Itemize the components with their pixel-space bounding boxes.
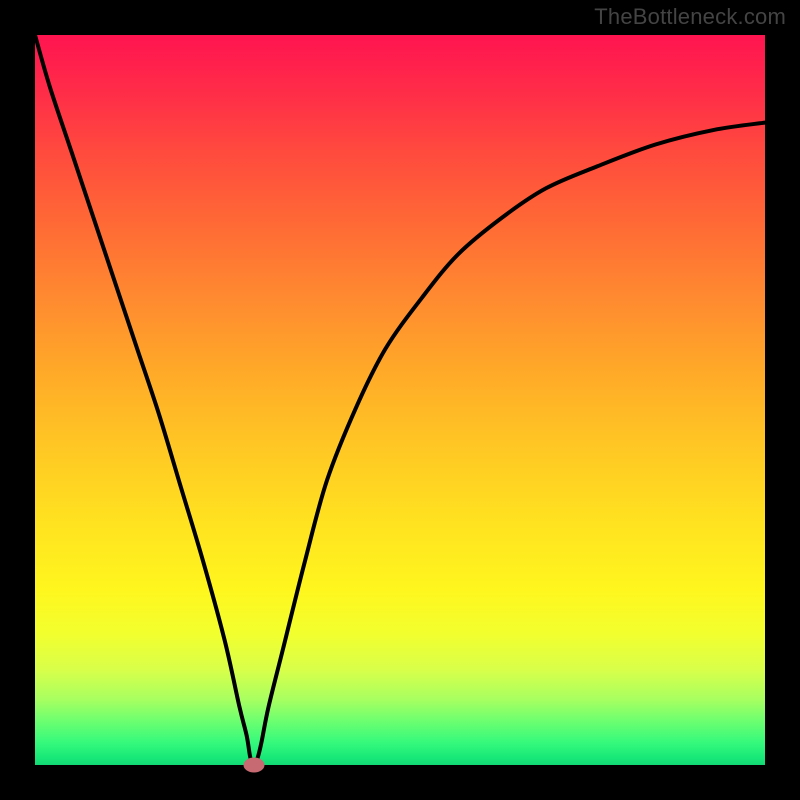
plot-area: [35, 35, 765, 765]
optimum-marker: [244, 758, 264, 772]
bottleneck-curve: [35, 35, 765, 765]
watermark-text: TheBottleneck.com: [594, 4, 786, 30]
chart-frame: TheBottleneck.com: [0, 0, 800, 800]
plot-svg: [35, 35, 765, 765]
